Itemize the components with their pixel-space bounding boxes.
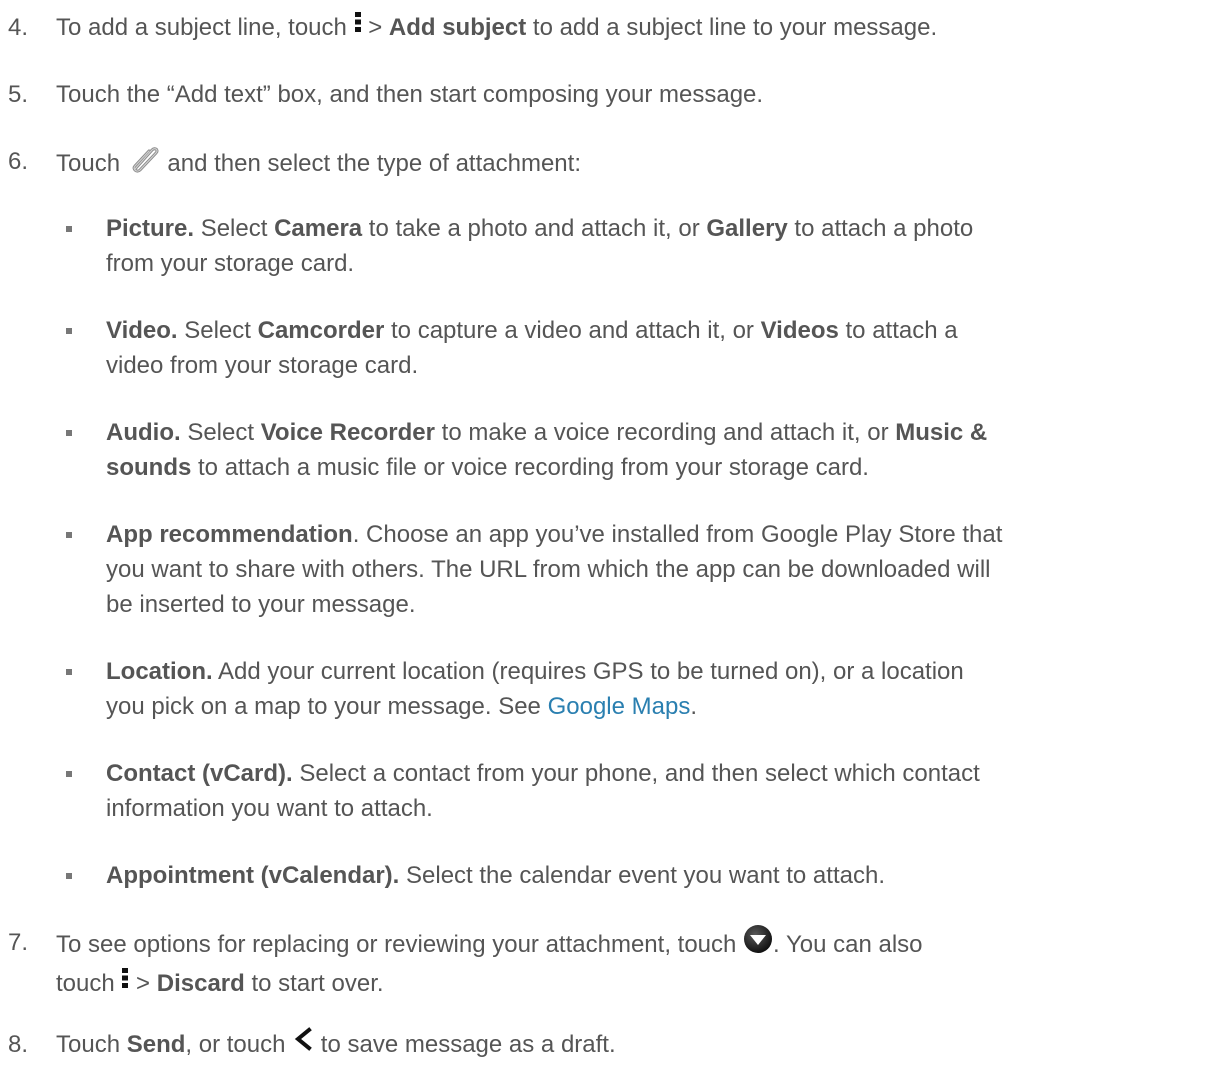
overflow-menu-icon — [354, 10, 362, 43]
google-maps-link[interactable]: Google Maps — [548, 693, 691, 720]
step-text: Touch the “Add text” box, and then start… — [56, 81, 764, 108]
step-text: Touch and then select the type of attach… — [56, 145, 1193, 184]
bullet-marker — [66, 771, 72, 777]
bullet-marker — [66, 430, 72, 436]
back-chevron-icon — [292, 1027, 314, 1060]
step-text: Touch Send, or touch to save message as … — [56, 1027, 1193, 1062]
step-number: 7. — [8, 929, 29, 956]
step-number: 5. — [8, 81, 29, 108]
overflow-menu-icon — [121, 966, 129, 999]
expand-circle-icon — [743, 924, 773, 963]
step-text: To add a subject line, touch > Add subje… — [56, 11, 1193, 45]
bullet-marker — [66, 669, 72, 675]
bullet-marker — [66, 532, 72, 538]
bullet-marker — [66, 328, 72, 334]
bullet-marker — [66, 873, 72, 879]
paperclip-icon — [127, 143, 161, 182]
step-number: 8. — [8, 1031, 29, 1058]
bullet-marker — [66, 226, 72, 232]
step-text: To see options for replacing or reviewin… — [56, 924, 1193, 1001]
step-number: 6. — [8, 148, 29, 175]
step-number: 4. — [8, 14, 29, 41]
